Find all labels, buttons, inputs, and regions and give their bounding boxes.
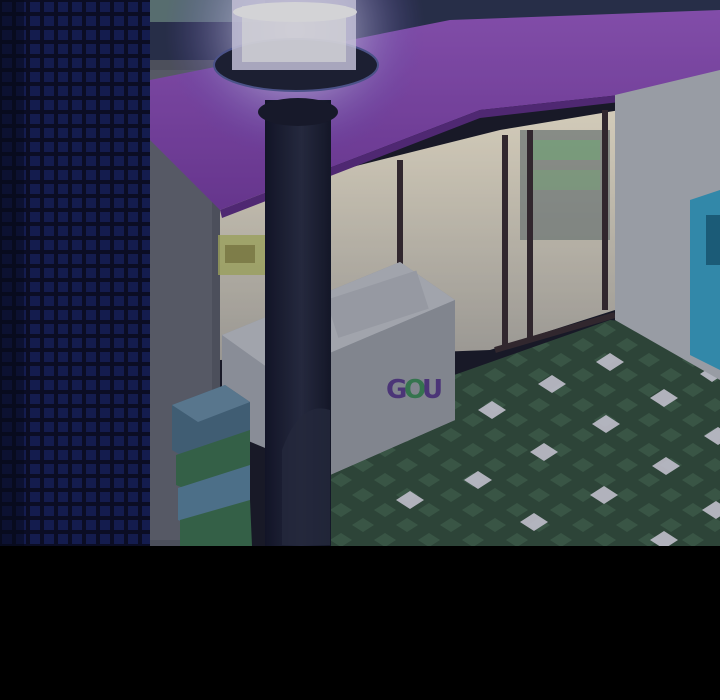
- scene-illustration: G O U: [0, 0, 720, 546]
- street-scene: G O U: [0, 0, 720, 546]
- bottom-black-band: [0, 546, 720, 700]
